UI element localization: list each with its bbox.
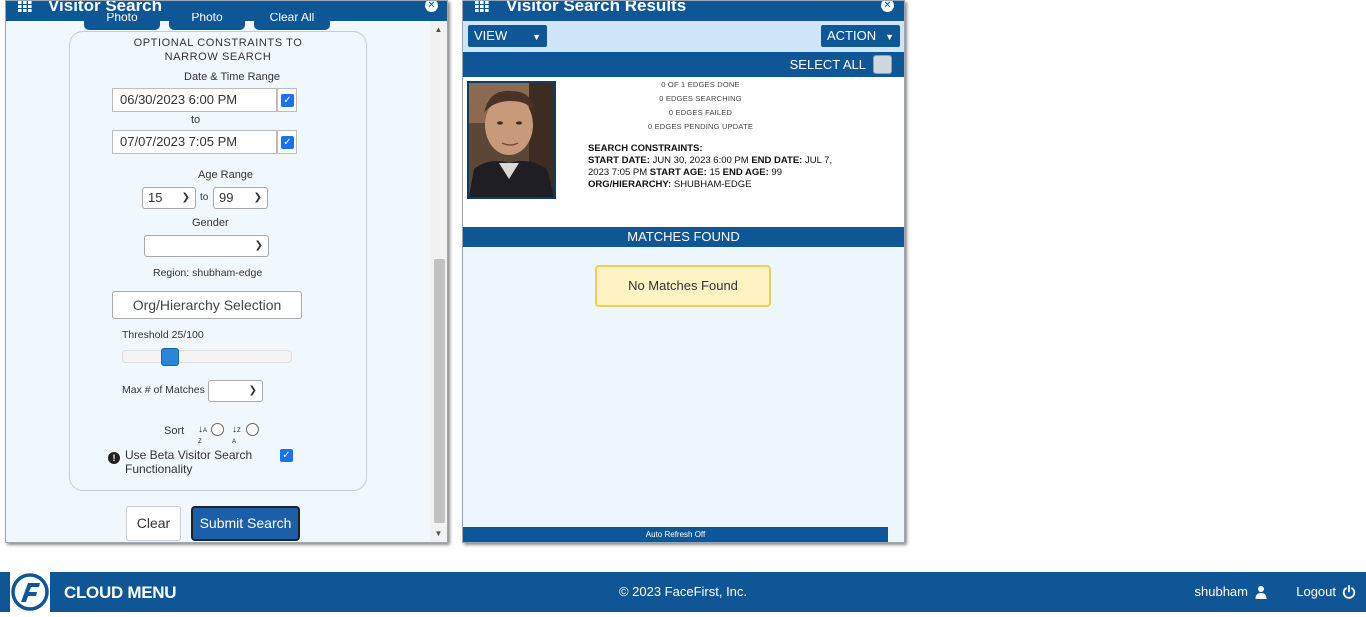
sort-descending-radio[interactable]	[246, 423, 259, 436]
threshold-label: Threshold 25/100	[122, 329, 204, 341]
age-range-label: Age Range	[198, 169, 254, 181]
select-all-checkbox[interactable]	[873, 55, 892, 74]
grid-icon[interactable]	[18, 1, 32, 12]
chevron-down-icon: ❯	[181, 192, 190, 203]
end-datetime-checkbox[interactable]: ✓	[281, 136, 294, 149]
panel-title: Visitor Search	[48, 1, 163, 15]
probe-photo-image	[469, 83, 554, 197]
action-dropdown[interactable]: ACTION ▼	[821, 25, 900, 47]
results-title: Visitor Search Results	[506, 1, 687, 15]
threshold-slider[interactable]	[122, 348, 292, 366]
start-datetime-input[interactable]: 06/30/2023 6:00 PM	[112, 88, 277, 112]
scroll-down-icon[interactable]: ▼	[430, 525, 447, 542]
date-range-label: Date & Time Range	[184, 71, 280, 83]
scrollbar[interactable]: ▲ ▼	[430, 21, 447, 542]
clear-all-button[interactable]: Clear All	[254, 13, 330, 30]
search-constraints-label: SEARCH CONSTRAINTS:	[588, 143, 703, 154]
caret-down-icon: ▼	[885, 32, 894, 42]
age-max-value: 99	[219, 190, 234, 205]
org-value: SHUBHAM-EDGE	[673, 179, 752, 190]
matches-found-header: MATCHES FOUND	[463, 227, 904, 247]
username[interactable]: shubham	[1195, 584, 1248, 599]
max-matches-select[interactable]: ❯	[208, 380, 263, 402]
select-all-bar: SELECT ALL	[463, 52, 904, 77]
org-hierarchy-button[interactable]: Org/Hierarchy Selection	[112, 291, 302, 319]
photo-button-2[interactable]: Photo	[169, 13, 245, 30]
region-text: Region: shubham-edge	[153, 267, 263, 279]
view-dropdown[interactable]: VIEW ▼	[468, 25, 547, 47]
start-age-value: 15	[709, 167, 721, 178]
select-all-label: SELECT ALL	[789, 57, 866, 72]
edge-stat-searching: 0 EDGES SEARCHING	[659, 94, 742, 103]
end-age-value: 99	[771, 167, 782, 178]
photo-button-1[interactable]: Photo	[84, 13, 160, 30]
matches-area: No Matches Found	[463, 247, 904, 542]
beta-checkbox[interactable]: ✓	[280, 449, 293, 462]
copyright-text: © 2023 FaceFirst, Inc.	[618, 584, 748, 599]
edge-stat-pending: 0 EDGES PENDING UPDATE	[647, 122, 754, 131]
power-icon[interactable]	[1342, 585, 1356, 599]
end-datetime-toggle[interactable]: ✓	[277, 130, 297, 154]
constraints-heading-line1: OPTIONAL CONSTRAINTS TO	[133, 37, 303, 49]
to-label: to	[191, 114, 201, 126]
close-icon[interactable]: ✕	[425, 1, 438, 12]
threshold-slider-handle[interactable]	[161, 348, 179, 366]
view-label: VIEW	[474, 28, 508, 43]
footer-bar: CLOUD MENU © 2023 FaceFirst, Inc. shubha…	[0, 572, 1366, 612]
constraints-heading-line2: NARROW SEARCH	[164, 51, 272, 63]
start-age-label: START AGE:	[649, 167, 707, 178]
search-constraints-summary: SEARCH CONSTRAINTS: START DATE: JUN 30, …	[588, 143, 838, 191]
action-label: ACTION	[827, 28, 877, 43]
caret-down-icon: ▼	[532, 32, 541, 42]
no-matches-notice: No Matches Found	[595, 265, 771, 307]
optional-constraints-box: OPTIONAL CONSTRAINTS TO NARROW SEARCH Da…	[69, 31, 367, 491]
age-max-select[interactable]: 99 ❯	[213, 187, 268, 209]
age-to-label: to	[200, 192, 209, 203]
gender-label: Gender	[192, 217, 229, 229]
scroll-thumb[interactable]	[434, 259, 445, 523]
info-icon: !	[108, 452, 120, 464]
sort-descending-icon: ↓Z A	[232, 424, 241, 446]
age-min-value: 15	[148, 190, 163, 205]
sort-ascending-icon: ↓A Z	[198, 424, 208, 446]
chevron-down-icon: ❯	[253, 192, 262, 203]
edge-stat-done: 0 OF 1 EDGES DONE	[661, 80, 740, 89]
close-icon[interactable]: ✕	[881, 1, 894, 12]
gender-select[interactable]: ❯	[144, 235, 269, 257]
clear-button[interactable]: Clear	[126, 506, 181, 541]
logout-button[interactable]: Logout	[1296, 584, 1336, 599]
visitor-search-results-panel: Visitor Search Results ✕ VIEW ▼ ACTION ▼…	[462, 0, 905, 543]
auto-refresh-status[interactable]: Auto Refresh Off	[463, 527, 888, 542]
start-date-label: START DATE:	[588, 155, 650, 166]
end-age-label: END AGE:	[722, 167, 769, 178]
submit-search-button[interactable]: Submit Search	[191, 506, 300, 541]
org-label: ORG/HIERARCHY:	[588, 179, 672, 190]
chevron-down-icon: ❯	[254, 240, 263, 251]
start-date-value: JUN 30, 2023 6:00 PM	[652, 155, 749, 166]
edge-stat-failed: 0 EDGES FAILED	[668, 108, 733, 117]
probe-photo[interactable]	[467, 81, 556, 199]
user-icon[interactable]	[1254, 585, 1268, 599]
max-matches-label: Max # of Matches	[122, 384, 205, 396]
chevron-down-icon: ❯	[248, 385, 257, 396]
start-datetime-checkbox[interactable]: ✓	[281, 94, 294, 107]
grid-icon[interactable]	[475, 1, 489, 12]
results-title-bar[interactable]: Visitor Search Results ✕	[463, 1, 904, 21]
beta-label: Use Beta Visitor Search Functionality	[125, 448, 253, 476]
constraints-heading: OPTIONAL CONSTRAINTS TO NARROW SEARCH	[70, 36, 366, 64]
scroll-up-icon[interactable]: ▲	[430, 21, 447, 38]
end-date-label: END DATE:	[751, 155, 803, 166]
sort-ascending-radio[interactable]	[211, 423, 224, 436]
sort-label: Sort	[164, 425, 185, 437]
start-datetime-toggle[interactable]: ✓	[277, 88, 297, 112]
age-min-select[interactable]: 15 ❯	[142, 187, 196, 209]
visitor-search-panel: Visitor Search ✕ Photo Photo Clear All O…	[5, 0, 448, 543]
end-datetime-input[interactable]: 07/07/2023 7:05 PM	[112, 130, 277, 154]
results-toolbar: VIEW ▼ ACTION ▼	[463, 21, 904, 52]
